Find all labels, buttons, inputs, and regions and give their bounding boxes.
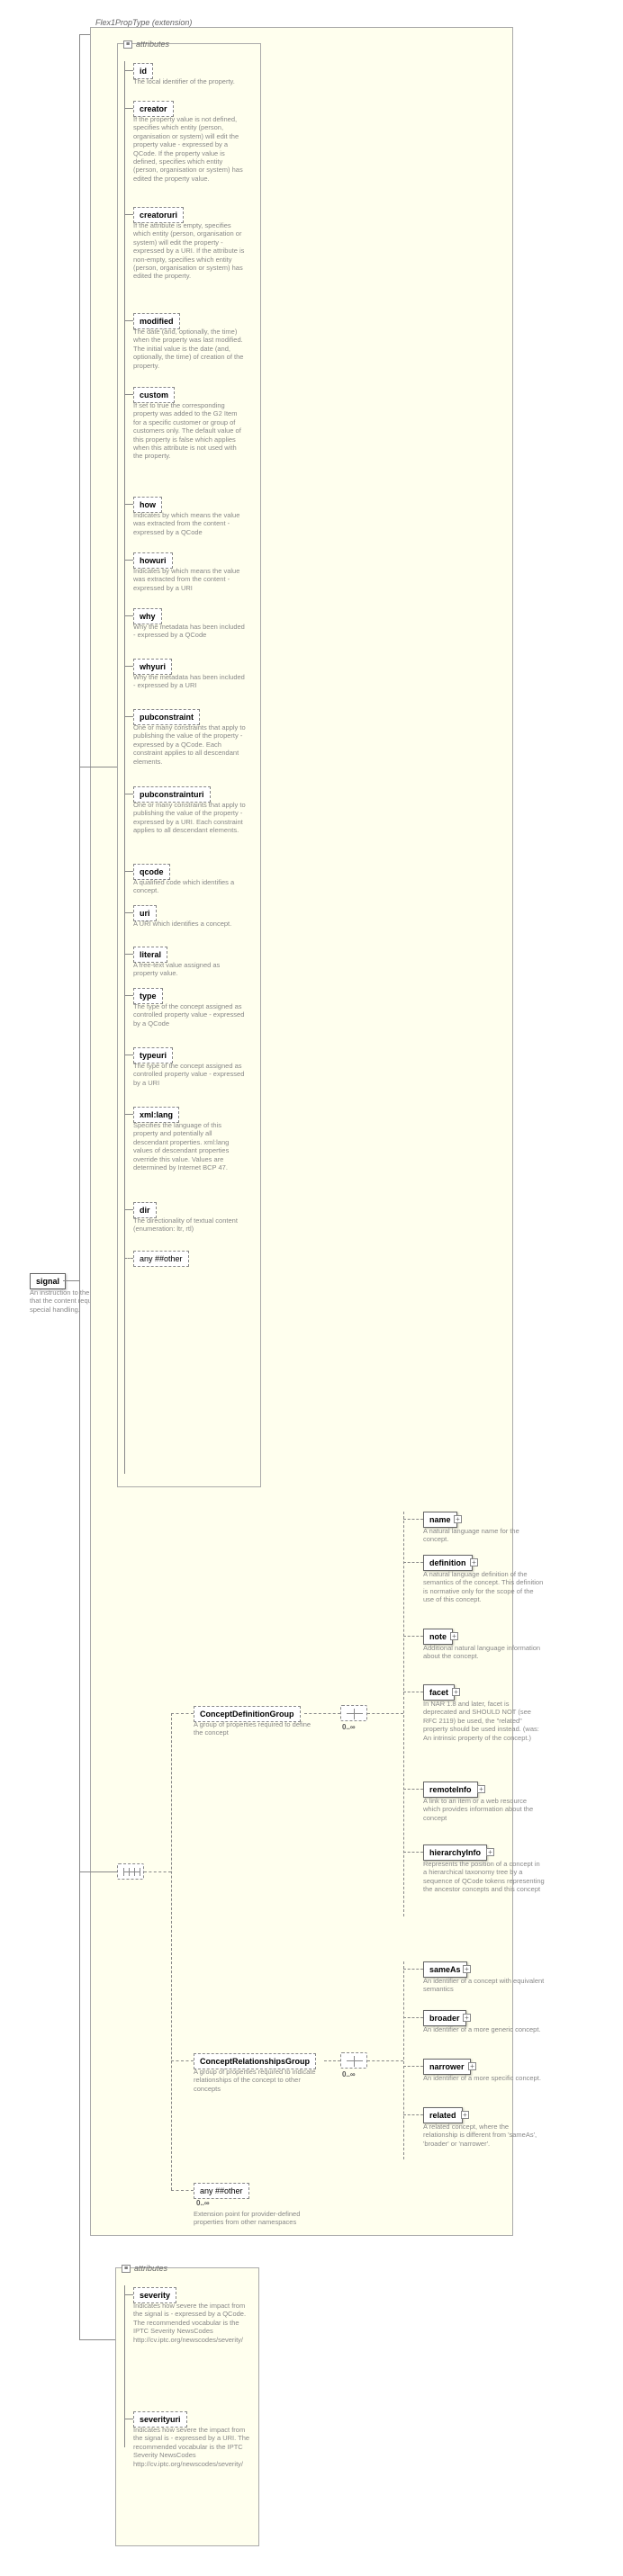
any-other-element: any ##other xyxy=(194,2183,249,2199)
el-sameas: sameAs xyxy=(423,1961,467,1978)
root-element: signal xyxy=(30,1273,66,1289)
el-facet: facet xyxy=(423,1684,455,1701)
el-name-doc: A natural language name for the concept. xyxy=(423,1527,545,1544)
expand-icon[interactable]: + xyxy=(463,2014,471,2022)
expand-icon[interactable]: + xyxy=(463,1965,471,1973)
occur-def: 0..∞ xyxy=(342,1723,356,1731)
choice-compositor-def xyxy=(340,1705,367,1721)
el-broader: broader xyxy=(423,2010,466,2026)
expand-icon[interactable]: + xyxy=(461,2111,469,2119)
attr-dir-doc: The directionality of textual content (e… xyxy=(133,1216,246,1234)
attr-pubconstraint-doc: One or many constraints that apply to pu… xyxy=(133,723,246,766)
attr-whyuri-doc: Why the metadata has been included - exp… xyxy=(133,673,246,690)
el-facet-doc: In NAR 1.8 and later, facet is deprecate… xyxy=(423,1700,545,1742)
attr-severity-doc: Indicates how severe the impact from the… xyxy=(133,2302,250,2344)
expand-icon[interactable]: + xyxy=(468,2062,476,2070)
extension-title: Flex1PropType (extension) xyxy=(94,18,194,27)
expand-icon[interactable]: + xyxy=(477,1785,485,1793)
choice-compositor-rel xyxy=(340,2052,367,2069)
el-definition: definition xyxy=(423,1555,473,1571)
main-attributes-label: attributes xyxy=(136,40,169,49)
el-narrower: narrower xyxy=(423,2059,471,2075)
attr-xmllang-doc: Specifies the language of this property … xyxy=(133,1121,246,1171)
el-hierarchyinfo-doc: Represents the position of a concept in … xyxy=(423,1860,545,1894)
attr-creatoruri-doc: If the attribute is empty, specifies whi… xyxy=(133,221,246,281)
el-remoteinfo: remoteInfo xyxy=(423,1782,478,1798)
el-narrower-doc: An identifier of a more specific concept… xyxy=(423,2074,545,2082)
attr-modified-doc: The date (and, optionally, the time) whe… xyxy=(133,328,246,370)
el-hierarchyinfo: hierarchyInfo xyxy=(423,1844,487,1861)
el-related-doc: A related concept, where the relationshi… xyxy=(423,2123,545,2148)
attr-how-doc: Indicates by which means the value was e… xyxy=(133,511,246,536)
attr-literal-doc: A free-text value assigned as property v… xyxy=(133,961,246,978)
occur-any: 0..∞ xyxy=(196,2199,210,2207)
attr-howuri-doc: Indicates by which means the value was e… xyxy=(133,567,246,592)
occur-rel: 0..∞ xyxy=(342,2070,356,2078)
attr-creator-doc: If the property value is not defined, sp… xyxy=(133,115,246,183)
attr-any-other: any ##other xyxy=(133,1251,189,1267)
expand-icon[interactable]: + xyxy=(470,1558,478,1566)
diagram-canvas: signal An instruction to the processor t… xyxy=(0,0,623,2576)
sequence-compositor xyxy=(117,1863,144,1880)
attr-severityuri-doc: Indicates how severe the impact from the… xyxy=(133,2426,250,2468)
group-concept-definition-doc: A group of properties required to define… xyxy=(194,1720,320,1737)
any-other-doc: Extension point for provider-defined pro… xyxy=(194,2210,311,2227)
group-concept-relationships-doc: A group of properties required to indica… xyxy=(194,2068,324,2093)
attr-type-doc: The type of the concept assigned as cont… xyxy=(133,1002,246,1028)
el-note-doc: Additional natural language information … xyxy=(423,1644,545,1661)
attr-uri-doc: A URI which identifies a concept. xyxy=(133,920,246,928)
expand-icon[interactable]: + xyxy=(486,1848,494,1856)
el-name: name xyxy=(423,1512,457,1528)
el-broader-doc: An identifier of a more generic concept. xyxy=(423,2025,545,2033)
attr-qcode-doc: A qualified code which identifies a conc… xyxy=(133,878,246,895)
el-remoteinfo-doc: A link to an item or a web resource whic… xyxy=(423,1797,545,1822)
el-related: related xyxy=(423,2107,463,2123)
expand-icon[interactable]: + xyxy=(454,1515,462,1523)
expand-icon[interactable]: + xyxy=(450,1632,458,1640)
attr-custom-doc: If set to true the corresponding propert… xyxy=(133,401,246,461)
attr-pubconstrainturi-doc: One or many constraints that apply to pu… xyxy=(133,801,246,835)
attr-why-doc: Why the metadata has been included - exp… xyxy=(133,623,246,640)
severity-attributes-label: attributes xyxy=(134,2264,167,2273)
el-definition-doc: A natural language definition of the sem… xyxy=(423,1570,545,1604)
attr-typeuri-doc: The type of the concept assigned as cont… xyxy=(133,1062,246,1087)
expand-icon[interactable]: + xyxy=(452,1688,460,1696)
attr-icon: ≡ xyxy=(122,2265,131,2273)
el-sameas-doc: An identifier of a concept with equivale… xyxy=(423,1977,545,1994)
attr-icon: ≡ xyxy=(123,40,132,49)
el-note: note xyxy=(423,1629,453,1645)
attr-id-doc: The local identifier of the property. xyxy=(133,77,241,85)
